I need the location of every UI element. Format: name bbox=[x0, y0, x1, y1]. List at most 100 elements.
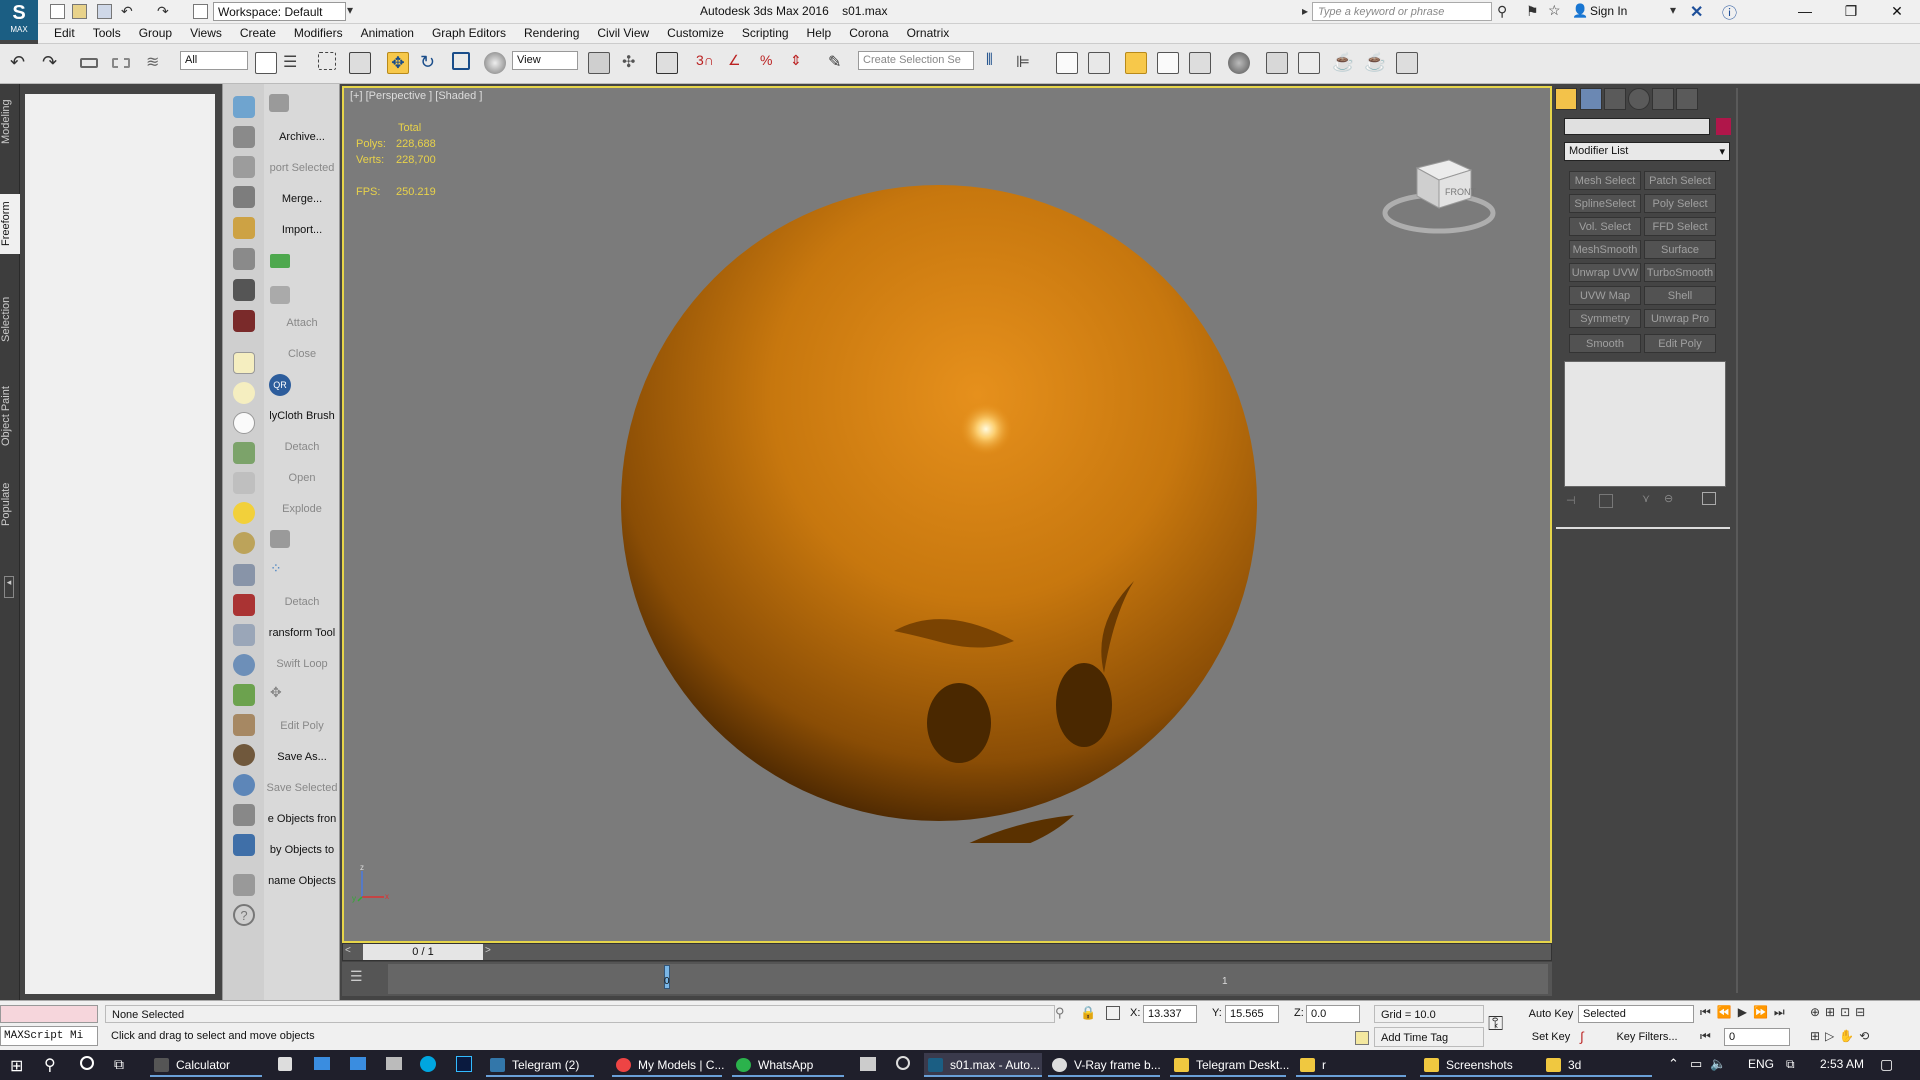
reflection-sphere-icon[interactable] bbox=[233, 774, 255, 796]
smooth-button[interactable]: Smooth bbox=[1569, 334, 1641, 353]
isolate-selection-icon[interactable]: ⚲ bbox=[1055, 1005, 1065, 1021]
user-icon[interactable]: 👤 bbox=[1572, 3, 1588, 19]
ribbon-tab-freeform[interactable]: Freeform bbox=[0, 194, 20, 254]
sphere-icon[interactable] bbox=[233, 412, 255, 434]
ribbon-tab-selection[interactable]: Selection bbox=[0, 289, 20, 349]
exchange-apps-icon[interactable]: ✕ bbox=[1690, 2, 1703, 22]
render-setup-icon[interactable] bbox=[1266, 52, 1288, 74]
archive-button[interactable]: Archive... bbox=[264, 131, 340, 143]
create-tab-icon[interactable] bbox=[1555, 88, 1577, 110]
desktop-icon[interactable] bbox=[350, 1057, 366, 1070]
skype-icon[interactable] bbox=[420, 1056, 436, 1072]
app-menu-button[interactable]: S MAX bbox=[0, 0, 38, 40]
pin-stack-icon[interactable]: ⊣ bbox=[1566, 494, 1576, 507]
merge-button[interactable]: Merge... bbox=[264, 193, 340, 205]
make-unique-icon[interactable]: ⋎ bbox=[1642, 492, 1650, 505]
schematic-view-icon[interactable] bbox=[1189, 52, 1211, 74]
scene-states-icon[interactable] bbox=[233, 186, 255, 208]
sign-in-button[interactable]: Sign In bbox=[1590, 4, 1627, 18]
fetch-icon[interactable] bbox=[233, 156, 255, 178]
shape-merge-icon[interactable] bbox=[233, 594, 255, 616]
copy-objects-to-button[interactable]: by Objects to bbox=[264, 844, 340, 856]
utilities-tab-icon[interactable] bbox=[1676, 88, 1698, 110]
taskbar-folder-r[interactable]: r bbox=[1296, 1053, 1406, 1077]
unlink-icon[interactable] bbox=[112, 58, 130, 68]
absolute-mode-icon[interactable] bbox=[1106, 1006, 1120, 1020]
dots-icon[interactable]: ⁘ bbox=[270, 560, 290, 578]
sun-icon[interactable] bbox=[233, 502, 255, 524]
modifier-list-chevron-icon[interactable]: ▾ bbox=[1719, 145, 1725, 158]
bind-space-warp-icon[interactable]: ≋ bbox=[146, 52, 168, 74]
snaps-toggle-icon[interactable]: 3∩ bbox=[696, 52, 718, 74]
edit-named-selection-icon[interactable]: ✎ bbox=[828, 52, 850, 74]
particle-icon[interactable] bbox=[233, 624, 255, 646]
vol-select-button[interactable]: Vol. Select bbox=[1569, 217, 1641, 236]
angle-snap-icon[interactable]: ∠ bbox=[728, 52, 750, 74]
light-icon[interactable] bbox=[233, 532, 255, 554]
menu-ornatrix[interactable]: Ornatrix bbox=[898, 24, 959, 42]
keyboard-shortcut-toggle-icon[interactable] bbox=[656, 52, 678, 74]
edit-poly-button[interactable]: Edit Poly bbox=[264, 720, 340, 732]
light-lister-icon[interactable] bbox=[233, 217, 255, 239]
question-icon[interactable]: ? bbox=[233, 904, 255, 926]
taskbar-calculator[interactable]: Calculator bbox=[150, 1053, 262, 1077]
menu-animation[interactable]: Animation bbox=[352, 24, 423, 42]
modify-tab-icon[interactable] bbox=[1580, 88, 1602, 110]
unwrap-uvw-button[interactable]: Unwrap UVW bbox=[1569, 263, 1641, 282]
select-and-move-icon[interactable]: ✥ bbox=[387, 52, 409, 74]
ribbon-tab-populate[interactable]: Populate bbox=[0, 474, 20, 534]
menu-views[interactable]: Views bbox=[181, 24, 231, 42]
slider-prev-icon[interactable]: < bbox=[345, 945, 357, 959]
rename-objects-button[interactable]: name Objects bbox=[264, 875, 340, 887]
motion-tab-icon[interactable] bbox=[1628, 88, 1650, 110]
mesh-select-button[interactable]: Mesh Select bbox=[1569, 171, 1641, 190]
render-iterative-icon[interactable]: ☕ bbox=[1364, 52, 1386, 74]
remove-modifier-icon[interactable]: ⊖ bbox=[1664, 492, 1673, 505]
foliage-icon[interactable] bbox=[233, 684, 255, 706]
time-slider-thumb[interactable]: 0 / 1 bbox=[363, 944, 483, 960]
window-crossing-icon[interactable] bbox=[349, 52, 371, 74]
show-end-result-icon[interactable] bbox=[1599, 494, 1613, 508]
polycloth-brush-button[interactable]: lyCloth Brush bbox=[264, 410, 340, 422]
ffd-select-button[interactable]: FFD Select bbox=[1644, 217, 1716, 236]
taskbar-vray[interactable]: V-Ray frame b... bbox=[1048, 1053, 1161, 1077]
meshsmooth-button[interactable]: MeshSmooth bbox=[1569, 240, 1641, 259]
set-key-icon[interactable]: ⚿ bbox=[1488, 1013, 1503, 1036]
save-selected-button[interactable]: Save Selected bbox=[264, 782, 340, 794]
key-mode-dropdown[interactable]: Selected bbox=[1578, 1005, 1694, 1023]
angry-emoji-model[interactable] bbox=[614, 183, 1264, 843]
menu-modifiers[interactable]: Modifiers bbox=[285, 24, 352, 42]
layer-explorer-icon[interactable] bbox=[1088, 52, 1110, 74]
selection-filter-dropdown[interactable]: All bbox=[180, 51, 248, 70]
input-method-icon[interactable]: ⧉ bbox=[1786, 1057, 1795, 1072]
ribbon-expand-icon[interactable]: ◂ bbox=[4, 576, 14, 598]
new-file-icon[interactable] bbox=[50, 4, 65, 19]
configure-modifier-sets-icon[interactable] bbox=[1702, 492, 1716, 505]
key-filters-button[interactable]: Key Filters... bbox=[1600, 1029, 1694, 1047]
go-to-start-icon[interactable]: ⏮ bbox=[1700, 1029, 1711, 1044]
close-icon[interactable]: ✕ bbox=[1874, 0, 1920, 24]
select-manipulate-icon[interactable]: ✣ bbox=[622, 52, 644, 74]
named-selection-dropdown[interactable]: Create Selection Se bbox=[858, 51, 974, 70]
edit-poly-modifier-button[interactable]: Edit Poly bbox=[1644, 334, 1716, 353]
current-frame-field[interactable]: 0 bbox=[1724, 1028, 1790, 1046]
time-tag-icon[interactable] bbox=[1355, 1031, 1369, 1045]
workspace-dropdown[interactable]: Workspace: Default bbox=[213, 2, 346, 21]
modifier-stack-icon[interactable] bbox=[233, 804, 255, 826]
taskbar-whatsapp[interactable]: WhatsApp bbox=[732, 1053, 844, 1077]
playback-controls[interactable]: ⏮⏪▶⏩⏭ bbox=[1700, 1005, 1791, 1020]
modifier-stack-list[interactable] bbox=[1564, 361, 1726, 487]
track-bar-area[interactable] bbox=[388, 964, 1548, 994]
photoshop-icon[interactable] bbox=[456, 1056, 472, 1072]
action-center-icon[interactable]: ▢ bbox=[1880, 1056, 1893, 1073]
search-icon[interactable]: ⚲ bbox=[44, 1055, 56, 1075]
undo-icon[interactable]: ↶ bbox=[121, 3, 133, 20]
y-coordinate-field[interactable]: 15.565 bbox=[1225, 1005, 1279, 1023]
render-teapot-icon[interactable]: ☕ bbox=[1332, 52, 1354, 74]
search-input[interactable]: Type a keyword or phrase bbox=[1312, 2, 1492, 21]
uvw-map-button[interactable]: UVW Map bbox=[1569, 286, 1641, 305]
placement-icon[interactable] bbox=[484, 52, 506, 74]
link-icon[interactable] bbox=[80, 58, 98, 68]
texture-icon[interactable] bbox=[233, 744, 255, 766]
hold-icon[interactable] bbox=[233, 126, 255, 148]
